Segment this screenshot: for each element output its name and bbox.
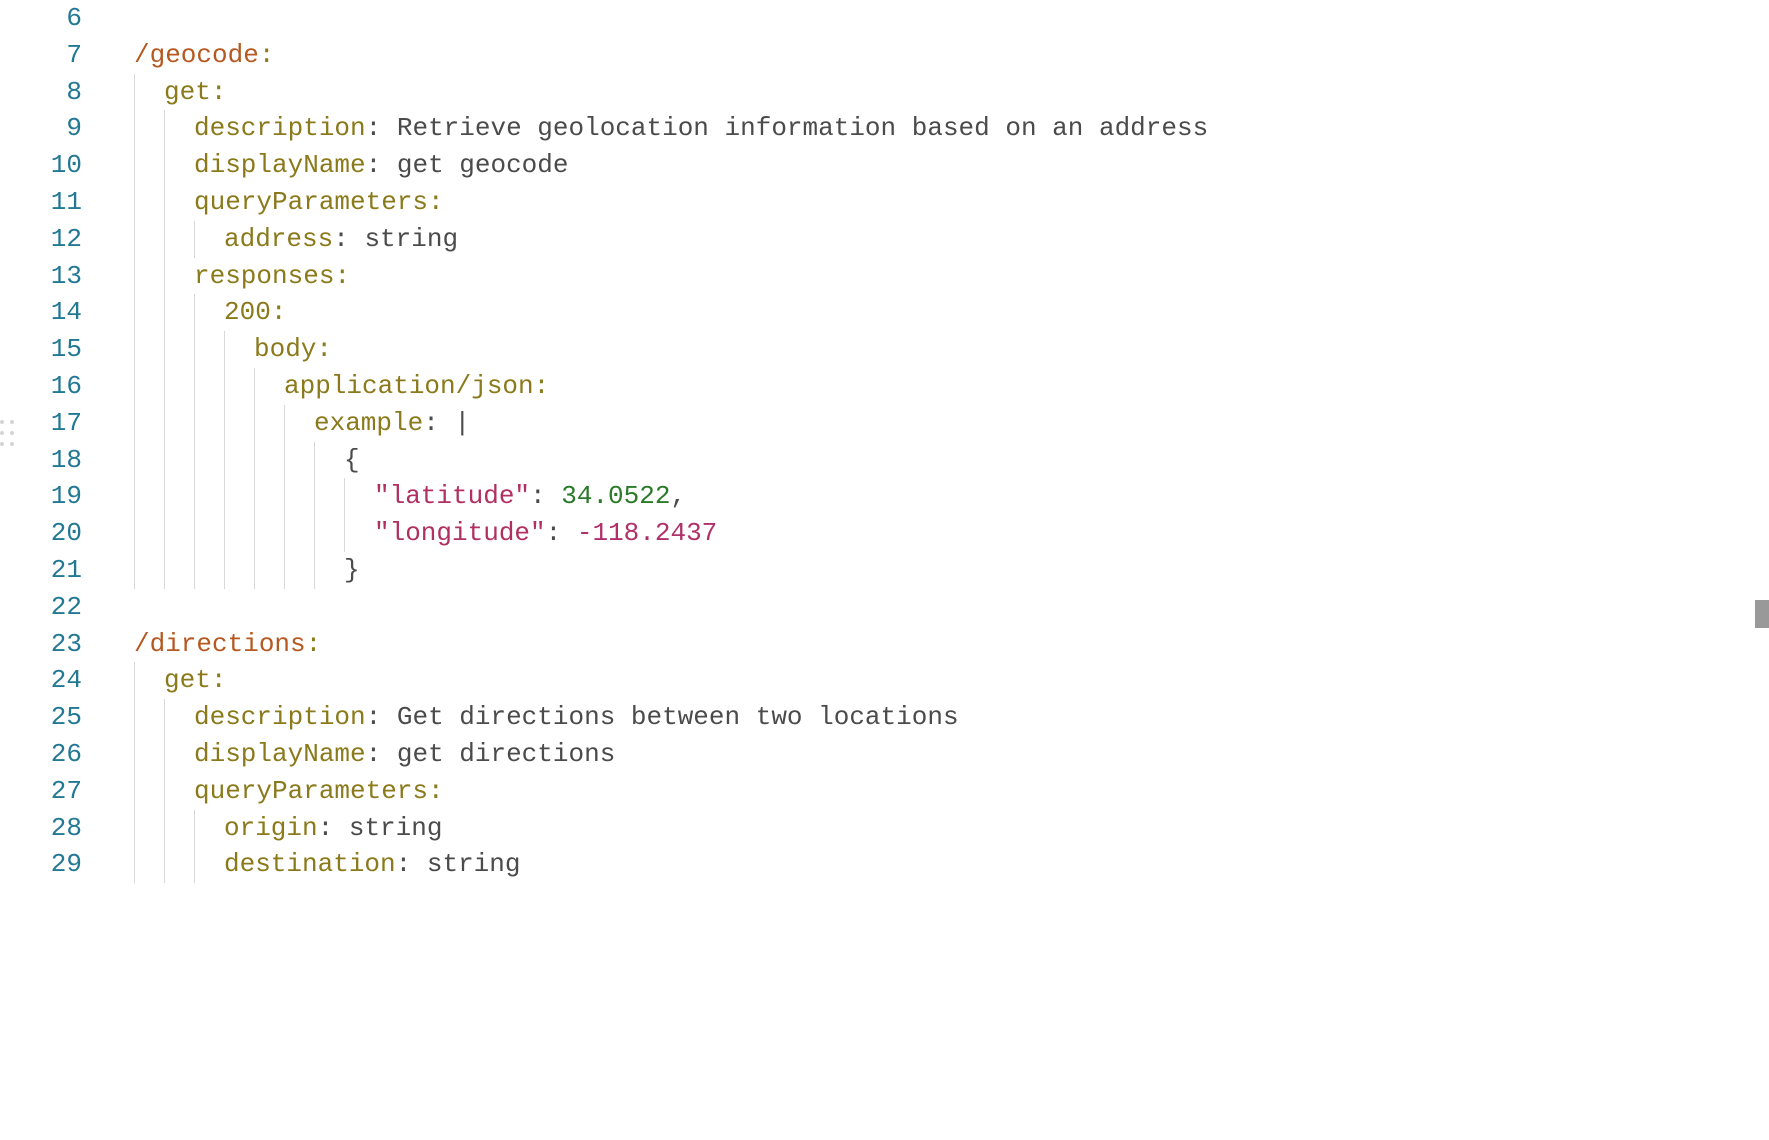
line-number: 25 (0, 699, 82, 736)
code-line[interactable]: body: (100, 331, 1769, 368)
code-text: address: string (100, 224, 458, 254)
code-text: { (100, 445, 360, 475)
line-number: 11 (0, 184, 82, 221)
code-line[interactable]: application/json: (100, 368, 1769, 405)
line-number: 22 (0, 589, 82, 626)
code-text: "latitude": 34.0522, (100, 481, 686, 511)
code-editor[interactable]: 6789101112131415161718192021222324252627… (0, 0, 1769, 1140)
code-line[interactable]: queryParameters: (100, 773, 1769, 810)
code-line[interactable] (100, 0, 1769, 37)
code-text: example: | (100, 408, 470, 438)
code-text: displayName: get geocode (100, 150, 569, 180)
code-line[interactable]: "latitude": 34.0522, (100, 478, 1769, 515)
code-line[interactable]: "longitude": -118.2437 (100, 515, 1769, 552)
line-number: 23 (0, 626, 82, 663)
code-text: } (100, 555, 360, 585)
code-text: queryParameters: (100, 776, 444, 806)
code-text: get: (100, 665, 226, 695)
code-text (100, 592, 134, 622)
line-number: 21 (0, 552, 82, 589)
line-number: 7 (0, 37, 82, 74)
code-line[interactable]: example: | (100, 405, 1769, 442)
code-text: responses: (100, 261, 350, 291)
line-number: 6 (0, 0, 82, 37)
line-number: 27 (0, 773, 82, 810)
code-text: /directions: (100, 629, 321, 659)
scrollbar-thumb[interactable] (1755, 600, 1769, 628)
line-number: 10 (0, 147, 82, 184)
line-number: 9 (0, 110, 82, 147)
code-line[interactable]: 200: (100, 294, 1769, 331)
line-number: 16 (0, 368, 82, 405)
code-line[interactable]: displayName: get geocode (100, 147, 1769, 184)
code-line[interactable]: { (100, 442, 1769, 479)
code-line[interactable]: address: string (100, 221, 1769, 258)
code-content[interactable]: /geocode: get: description: Retrieve geolo… (100, 0, 1769, 1140)
line-number: 12 (0, 221, 82, 258)
line-number: 28 (0, 810, 82, 847)
code-line[interactable]: /geocode: (100, 37, 1769, 74)
code-text (100, 3, 134, 33)
code-line[interactable] (100, 589, 1769, 626)
code-text: description: Get directions between two … (100, 702, 959, 732)
code-text: description: Retrieve geolocation inform… (100, 113, 1208, 143)
code-text: "longitude": -118.2437 (100, 518, 717, 548)
line-number: 20 (0, 515, 82, 552)
code-text: origin: string (100, 813, 442, 843)
code-line[interactable]: get: (100, 662, 1769, 699)
code-text: get: (100, 77, 226, 107)
line-number: 8 (0, 74, 82, 111)
code-line[interactable]: queryParameters: (100, 184, 1769, 221)
code-line[interactable]: displayName: get directions (100, 736, 1769, 773)
code-text: /geocode: (100, 40, 274, 70)
code-line[interactable]: destination: string (100, 846, 1769, 883)
line-number-gutter: 6789101112131415161718192021222324252627… (0, 0, 100, 1140)
code-line[interactable]: description: Retrieve geolocation inform… (100, 110, 1769, 147)
line-number: 29 (0, 846, 82, 883)
line-number: 19 (0, 478, 82, 515)
panel-drag-handle[interactable] (0, 420, 14, 446)
line-number: 26 (0, 736, 82, 773)
code-text: queryParameters: (100, 187, 444, 217)
line-number: 13 (0, 258, 82, 295)
code-line[interactable]: responses: (100, 258, 1769, 295)
code-text: application/json: (100, 371, 549, 401)
code-line[interactable]: /directions: (100, 626, 1769, 663)
line-number: 15 (0, 331, 82, 368)
code-line[interactable]: get: (100, 74, 1769, 111)
line-number: 24 (0, 662, 82, 699)
code-line[interactable]: origin: string (100, 810, 1769, 847)
code-text: displayName: get directions (100, 739, 615, 769)
line-number: 14 (0, 294, 82, 331)
code-line[interactable]: } (100, 552, 1769, 589)
line-number: 18 (0, 442, 82, 479)
code-line[interactable]: description: Get directions between two … (100, 699, 1769, 736)
